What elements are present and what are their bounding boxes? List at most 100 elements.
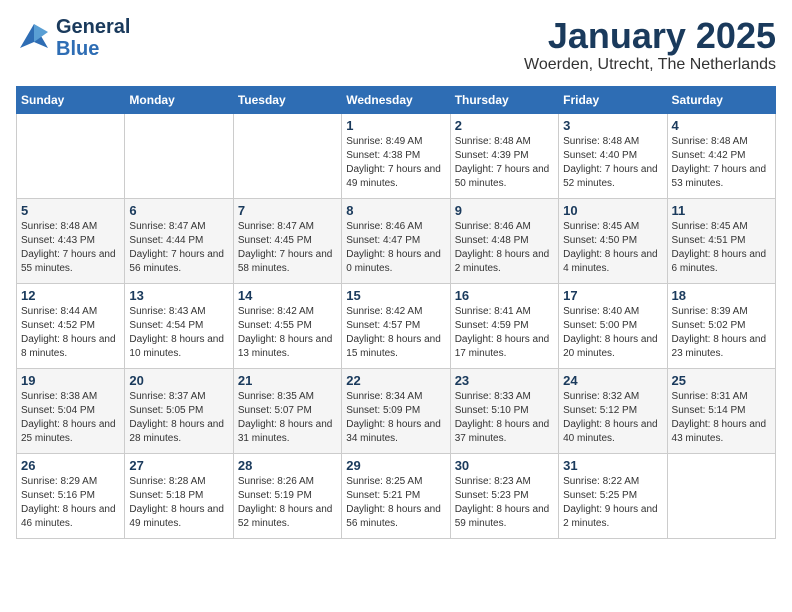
day-info: Sunrise: 8:43 AM Sunset: 4:54 PM Dayligh… xyxy=(129,305,228,361)
day-cell xyxy=(17,113,125,198)
day-info: Sunrise: 8:23 AM Sunset: 5:23 PM Dayligh… xyxy=(455,475,554,531)
logo: General Blue xyxy=(16,16,130,60)
weekday-header-friday: Friday xyxy=(559,86,667,113)
day-number: 19 xyxy=(21,373,120,388)
day-info: Sunrise: 8:25 AM Sunset: 5:21 PM Dayligh… xyxy=(346,475,445,531)
day-number: 25 xyxy=(672,373,771,388)
day-info: Sunrise: 8:33 AM Sunset: 5:10 PM Dayligh… xyxy=(455,390,554,446)
day-info: Sunrise: 8:45 AM Sunset: 4:50 PM Dayligh… xyxy=(563,220,662,276)
day-info: Sunrise: 8:39 AM Sunset: 5:02 PM Dayligh… xyxy=(672,305,771,361)
day-number: 2 xyxy=(455,118,554,133)
weekday-header-wednesday: Wednesday xyxy=(342,86,450,113)
day-cell: 15 Sunrise: 8:42 AM Sunset: 4:57 PM Dayli… xyxy=(342,283,450,368)
day-cell: 23 Sunrise: 8:33 AM Sunset: 5:10 PM Dayli… xyxy=(450,368,558,453)
day-info: Sunrise: 8:38 AM Sunset: 5:04 PM Dayligh… xyxy=(21,390,120,446)
day-number: 23 xyxy=(455,373,554,388)
day-number: 28 xyxy=(238,458,337,473)
day-cell: 22Sunrise: 8:34 AM Sunset: 5:09 PM Dayli… xyxy=(342,368,450,453)
day-cell: 2 Sunrise: 8:48 AM Sunset: 4:39 PM Daylig… xyxy=(450,113,558,198)
day-number: 5 xyxy=(21,203,120,218)
logo-general: General xyxy=(56,16,130,38)
day-number: 18 xyxy=(672,288,771,303)
day-info: Sunrise: 8:31 AM Sunset: 5:14 PM Dayligh… xyxy=(672,390,771,446)
day-info: Sunrise: 8:45 AM Sunset: 4:51 PM Dayligh… xyxy=(672,220,771,276)
day-info: Sunrise: 8:22 AM Sunset: 5:25 PM Dayligh… xyxy=(563,475,662,531)
day-cell: 3Sunrise: 8:48 AM Sunset: 4:40 PM Daylig… xyxy=(559,113,667,198)
day-cell: 28 Sunrise: 8:26 AM Sunset: 5:19 PM Dayli… xyxy=(233,453,341,538)
day-info: Sunrise: 8:48 AM Sunset: 4:39 PM Dayligh… xyxy=(455,135,554,191)
day-cell: 19 Sunrise: 8:38 AM Sunset: 5:04 PM Dayli… xyxy=(17,368,125,453)
week-row-5: 26 Sunrise: 8:29 AM Sunset: 5:16 PM Dayli… xyxy=(17,453,776,538)
day-cell xyxy=(125,113,233,198)
day-info: Sunrise: 8:26 AM Sunset: 5:19 PM Dayligh… xyxy=(238,475,337,531)
weekday-header-tuesday: Tuesday xyxy=(233,86,341,113)
day-info: Sunrise: 8:48 AM Sunset: 4:42 PM Dayligh… xyxy=(672,135,771,191)
day-number: 27 xyxy=(129,458,228,473)
logo-icon xyxy=(16,20,52,56)
day-number: 20 xyxy=(129,373,228,388)
day-number: 12 xyxy=(21,288,120,303)
day-number: 17 xyxy=(563,288,662,303)
weekday-header-monday: Monday xyxy=(125,86,233,113)
day-cell: 29 Sunrise: 8:25 AM Sunset: 5:21 PM Dayli… xyxy=(342,453,450,538)
day-cell: 30 Sunrise: 8:23 AM Sunset: 5:23 PM Dayli… xyxy=(450,453,558,538)
day-number: 6 xyxy=(129,203,228,218)
day-cell xyxy=(667,453,775,538)
day-info: Sunrise: 8:46 AM Sunset: 4:47 PM Dayligh… xyxy=(346,220,445,276)
day-cell xyxy=(233,113,341,198)
day-info: Sunrise: 8:47 AM Sunset: 4:44 PM Dayligh… xyxy=(129,220,228,276)
title-area: January 2025 Woerden, Utrecht, The Nethe… xyxy=(524,16,776,74)
day-cell: 26 Sunrise: 8:29 AM Sunset: 5:16 PM Dayli… xyxy=(17,453,125,538)
day-cell: 12 Sunrise: 8:44 AM Sunset: 4:52 PM Dayli… xyxy=(17,283,125,368)
day-info: Sunrise: 8:46 AM Sunset: 4:48 PM Dayligh… xyxy=(455,220,554,276)
day-cell: 8 Sunrise: 8:46 AM Sunset: 4:47 PM Daylig… xyxy=(342,198,450,283)
day-info: Sunrise: 8:42 AM Sunset: 4:57 PM Dayligh… xyxy=(346,305,445,361)
weekday-header-row: SundayMondayTuesdayWednesdayThursdayFrid… xyxy=(17,86,776,113)
day-cell: 6 Sunrise: 8:47 AM Sunset: 4:44 PM Daylig… xyxy=(125,198,233,283)
day-cell: 18 Sunrise: 8:39 AM Sunset: 5:02 PM Dayli… xyxy=(667,283,775,368)
day-number: 10 xyxy=(563,203,662,218)
weekday-header-thursday: Thursday xyxy=(450,86,558,113)
day-cell: 14 Sunrise: 8:42 AM Sunset: 4:55 PM Dayli… xyxy=(233,283,341,368)
day-info: Sunrise: 8:44 AM Sunset: 4:52 PM Dayligh… xyxy=(21,305,120,361)
day-cell: 1 Sunrise: 8:49 AM Sunset: 4:38 PM Daylig… xyxy=(342,113,450,198)
day-number: 4 xyxy=(672,118,771,133)
day-cell: 16 Sunrise: 8:41 AM Sunset: 4:59 PM Dayli… xyxy=(450,283,558,368)
day-number: 3 xyxy=(563,118,662,133)
week-row-4: 19 Sunrise: 8:38 AM Sunset: 5:04 PM Dayli… xyxy=(17,368,776,453)
month-title: January 2025 xyxy=(524,16,776,56)
week-row-3: 12 Sunrise: 8:44 AM Sunset: 4:52 PM Dayli… xyxy=(17,283,776,368)
day-cell: 21Sunrise: 8:35 AM Sunset: 5:07 PM Dayli… xyxy=(233,368,341,453)
week-row-1: 1 Sunrise: 8:49 AM Sunset: 4:38 PM Daylig… xyxy=(17,113,776,198)
day-info: Sunrise: 8:47 AM Sunset: 4:45 PM Dayligh… xyxy=(238,220,337,276)
day-info: Sunrise: 8:35 AM Sunset: 5:07 PM Dayligh… xyxy=(238,390,337,446)
day-cell: 25 Sunrise: 8:31 AM Sunset: 5:14 PM Dayli… xyxy=(667,368,775,453)
day-info: Sunrise: 8:48 AM Sunset: 4:43 PM Dayligh… xyxy=(21,220,120,276)
day-number: 7 xyxy=(238,203,337,218)
day-info: Sunrise: 8:41 AM Sunset: 4:59 PM Dayligh… xyxy=(455,305,554,361)
header: General Blue January 2025 Woerden, Utrec… xyxy=(16,16,776,74)
day-number: 1 xyxy=(346,118,445,133)
day-cell: 17 Sunrise: 8:40 AM Sunset: 5:00 PM Dayli… xyxy=(559,283,667,368)
day-cell: 11 Sunrise: 8:45 AM Sunset: 4:51 PM Dayli… xyxy=(667,198,775,283)
day-cell: 10 Sunrise: 8:45 AM Sunset: 4:50 PM Dayli… xyxy=(559,198,667,283)
day-number: 29 xyxy=(346,458,445,473)
day-cell: 9Sunrise: 8:46 AM Sunset: 4:48 PM Daylig… xyxy=(450,198,558,283)
day-info: Sunrise: 8:40 AM Sunset: 5:00 PM Dayligh… xyxy=(563,305,662,361)
day-number: 11 xyxy=(672,203,771,218)
day-info: Sunrise: 8:42 AM Sunset: 4:55 PM Dayligh… xyxy=(238,305,337,361)
day-info: Sunrise: 8:29 AM Sunset: 5:16 PM Dayligh… xyxy=(21,475,120,531)
day-cell: 4 Sunrise: 8:48 AM Sunset: 4:42 PM Daylig… xyxy=(667,113,775,198)
day-number: 13 xyxy=(129,288,228,303)
day-cell: 27 Sunrise: 8:28 AM Sunset: 5:18 PM Dayli… xyxy=(125,453,233,538)
day-number: 8 xyxy=(346,203,445,218)
day-number: 26 xyxy=(21,458,120,473)
day-number: 14 xyxy=(238,288,337,303)
day-number: 30 xyxy=(455,458,554,473)
day-info: Sunrise: 8:28 AM Sunset: 5:18 PM Dayligh… xyxy=(129,475,228,531)
day-number: 15 xyxy=(346,288,445,303)
day-number: 16 xyxy=(455,288,554,303)
day-info: Sunrise: 8:49 AM Sunset: 4:38 PM Dayligh… xyxy=(346,135,445,191)
calendar-table: SundayMondayTuesdayWednesdayThursdayFrid… xyxy=(16,86,776,539)
day-info: Sunrise: 8:32 AM Sunset: 5:12 PM Dayligh… xyxy=(563,390,662,446)
